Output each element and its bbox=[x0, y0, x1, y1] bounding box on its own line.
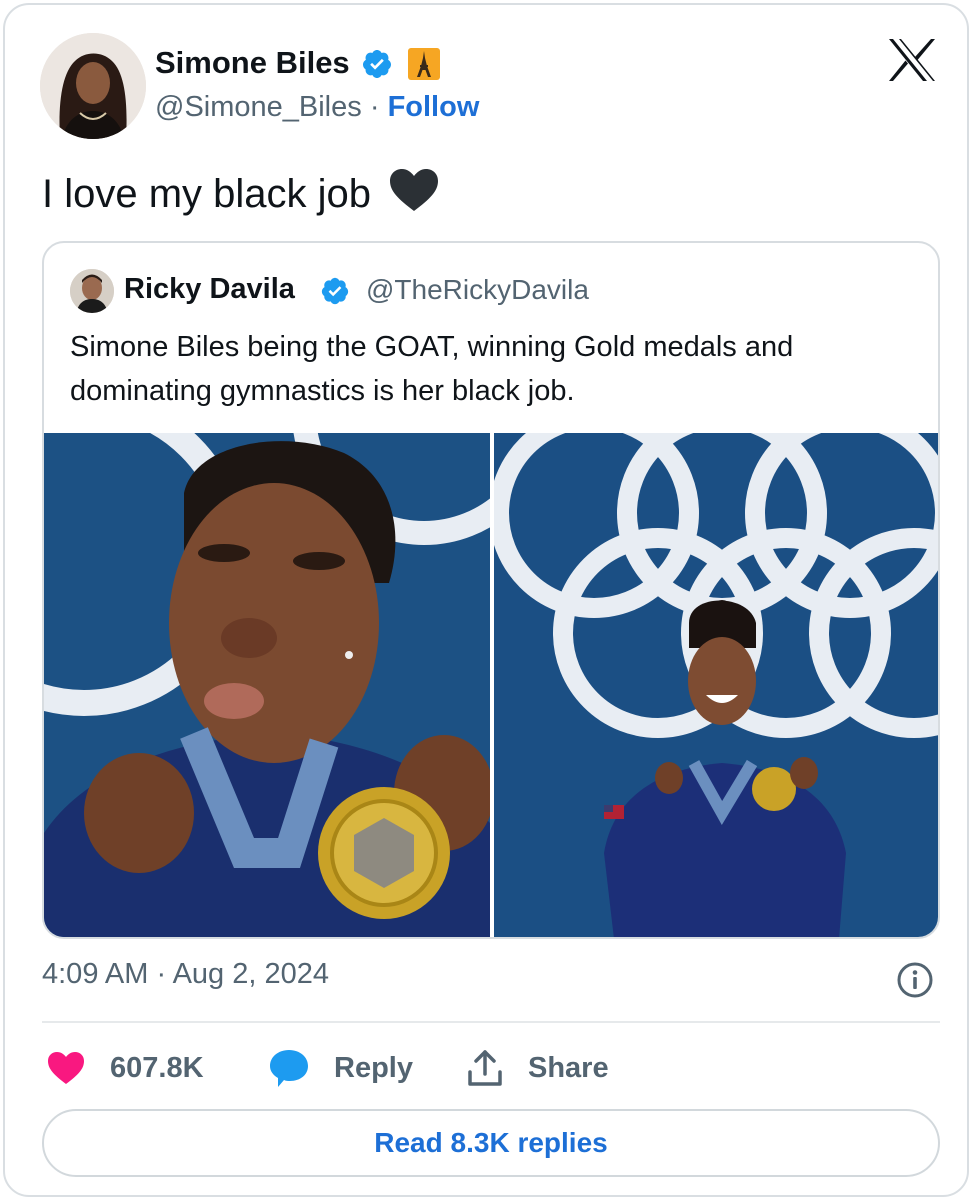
like-button[interactable]: 607.8K bbox=[46, 1045, 204, 1091]
author-handle-line: @Simone_Biles · Follow bbox=[155, 91, 479, 124]
tweet-text-content: I love my black job bbox=[42, 172, 372, 216]
quote-author-avatar[interactable] bbox=[70, 269, 114, 313]
tweet-actions: 607.8K Reply Share bbox=[42, 1045, 940, 1091]
read-replies-button[interactable]: Read 8.3K replies bbox=[42, 1109, 940, 1177]
quote-author-name[interactable]: Ricky Davila bbox=[124, 273, 295, 306]
verified-badge-icon bbox=[362, 50, 391, 78]
reply-label: Reply bbox=[334, 1051, 413, 1084]
athlete-kissing-gold-medal-photo[interactable] bbox=[44, 433, 490, 937]
tweet-timestamp[interactable]: 4:09 AM · Aug 2, 2024 bbox=[42, 958, 329, 991]
heart-icon bbox=[48, 1052, 84, 1084]
athlete-smiling-with-medal-olympic-rings-photo[interactable] bbox=[494, 433, 938, 937]
author-name[interactable]: Simone Biles bbox=[155, 45, 350, 81]
tweet-text: I love my black job bbox=[42, 167, 440, 217]
x-logo-icon[interactable] bbox=[887, 37, 937, 83]
like-count: 607.8K bbox=[110, 1051, 204, 1084]
quote-text: Simone Biles being the GOAT, winning Gol… bbox=[70, 331, 794, 407]
author-handle[interactable]: @Simone_Biles bbox=[155, 91, 362, 123]
black-heart-emoji bbox=[390, 169, 439, 211]
tweet-card: Simone Biles @Simone_Biles · Follow I lo… bbox=[3, 3, 969, 1197]
quoted-tweet[interactable]: Ricky Davila @TheRickyDavila Simone Bile… bbox=[42, 241, 940, 939]
reply-button[interactable]: Reply bbox=[268, 1045, 413, 1091]
verified-badge-icon bbox=[321, 277, 349, 305]
info-icon[interactable] bbox=[896, 961, 934, 999]
speech-bubble-icon bbox=[270, 1050, 308, 1087]
divider bbox=[42, 1021, 940, 1023]
share-label: Share bbox=[528, 1051, 609, 1084]
eiffel-tower-emoji bbox=[408, 48, 440, 80]
author-avatar[interactable] bbox=[40, 33, 146, 139]
handle-separator: · bbox=[369, 91, 380, 123]
share-button[interactable]: Share bbox=[466, 1045, 609, 1091]
quote-author-handle[interactable]: @TheRickyDavila bbox=[366, 274, 589, 306]
follow-button[interactable]: Follow bbox=[388, 91, 480, 123]
share-upload-icon bbox=[468, 1050, 502, 1086]
